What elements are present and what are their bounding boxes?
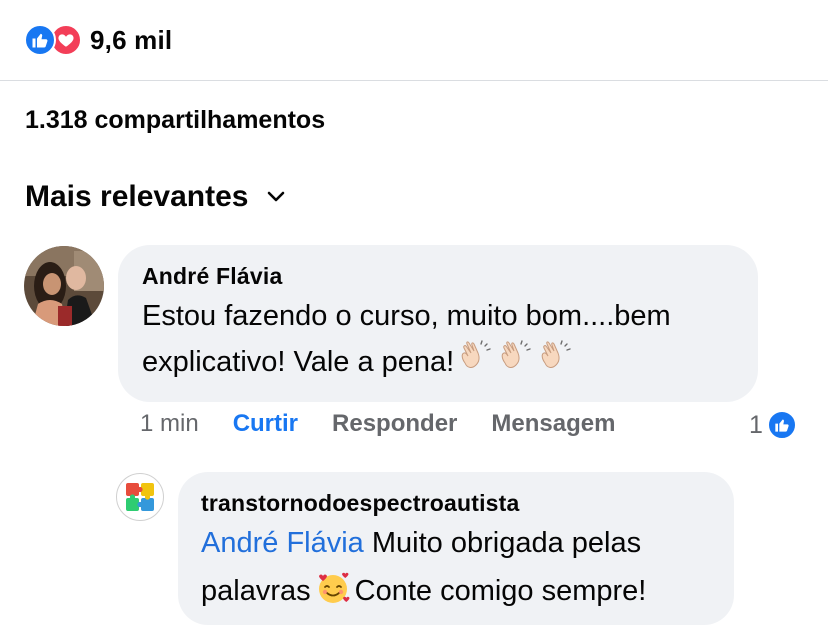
reactions-summary[interactable]: 9,6 mil xyxy=(24,22,172,58)
comment-bubble: André Flávia Estou fazendo o curso, muit… xyxy=(118,245,758,402)
comment-text-line2: explicativo! Vale a pena! xyxy=(142,346,455,378)
smiling-face-with-hearts-icon xyxy=(315,570,351,621)
divider xyxy=(0,80,828,81)
clapping-hands-icon xyxy=(456,339,494,391)
reply-bubble: transtornodoespectroautista André Flávia… xyxy=(178,472,734,625)
reply-author[interactable]: transtornodoespectroautista xyxy=(201,490,711,517)
reply-text-part1: Muito obrigada pelas xyxy=(371,527,642,559)
reply-button[interactable]: Responder xyxy=(332,410,457,438)
sort-label: Mais relevantes xyxy=(25,180,249,213)
reply-text-part2: palavras xyxy=(201,575,311,607)
reactions-count: 9,6 mil xyxy=(90,24,173,55)
sort-dropdown[interactable]: Mais relevantes xyxy=(25,180,286,214)
comment-text: Estou fazendo o curso, muito bom....bem … xyxy=(142,293,734,391)
comment-time: 1 min xyxy=(140,410,199,437)
avatar[interactable] xyxy=(24,246,104,326)
like-icon xyxy=(24,24,56,56)
page-avatar[interactable] xyxy=(116,473,164,521)
comment-author[interactable]: André Flávia xyxy=(142,263,734,290)
chevron-down-icon xyxy=(266,190,286,204)
reply-text: André Flávia Muito obrigada pelas palavr… xyxy=(201,519,711,621)
comments-screen: 9,6 mil 1.318 compartilhamentos Mais rel… xyxy=(0,0,828,633)
like-icon xyxy=(766,410,797,440)
clapping-hands-icon xyxy=(496,339,534,391)
reply-text-part3: Conte comigo sempre! xyxy=(354,575,647,607)
comment-actions: 1 min Curtir Responder Mensagem xyxy=(140,410,615,438)
message-button[interactable]: Mensagem xyxy=(491,410,615,438)
mention-link[interactable]: André Flávia xyxy=(201,527,364,559)
shares-count[interactable]: 1.318 compartilhamentos xyxy=(25,106,325,135)
like-button[interactable]: Curtir xyxy=(233,410,298,438)
like-count-value: 1 xyxy=(749,410,763,439)
comment-text-line1: Estou fazendo o curso, muito bom....bem xyxy=(142,300,671,332)
comment-like-count[interactable]: 1 xyxy=(749,410,797,440)
clapping-hands-icon xyxy=(536,339,574,391)
